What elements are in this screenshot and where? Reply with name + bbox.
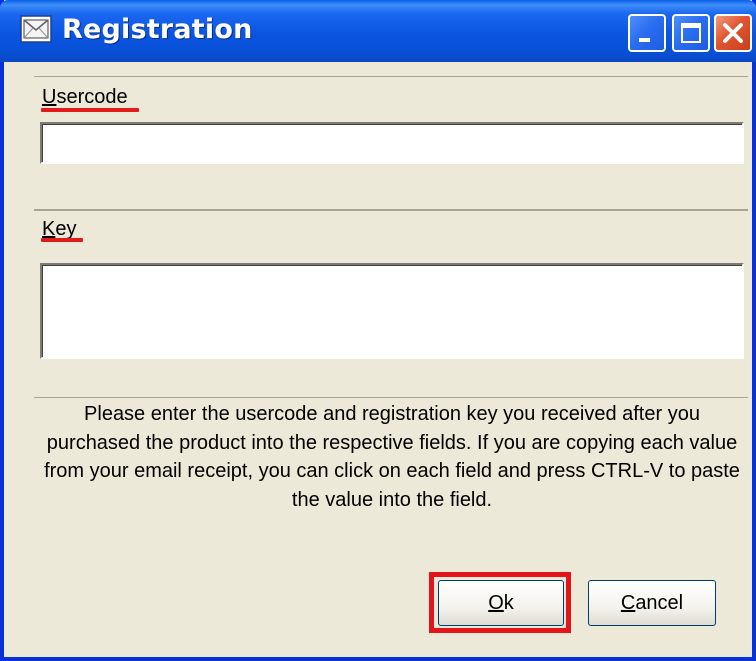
key-label-text: ey bbox=[55, 218, 77, 240]
ok-button-highlight bbox=[429, 572, 571, 633]
key-label-mnemonic: K bbox=[42, 218, 56, 240]
help-text: Please enter the usercode and registrati… bbox=[44, 403, 740, 511]
window-title: Registration bbox=[62, 14, 253, 45]
registration-window: Registration Usercode Key Please enter t… bbox=[0, 0, 756, 661]
key-section: Key bbox=[34, 210, 748, 398]
key-annotation-underline bbox=[41, 238, 83, 242]
maximize-button[interactable] bbox=[672, 14, 710, 52]
registration-envelope-icon bbox=[20, 15, 52, 43]
minimize-icon bbox=[639, 38, 650, 42]
close-icon bbox=[723, 23, 743, 43]
cancel-mnemonic: C bbox=[620, 592, 636, 614]
usercode-annotation-underline bbox=[41, 108, 139, 112]
usercode-input[interactable] bbox=[40, 122, 744, 164]
close-button[interactable] bbox=[714, 14, 752, 52]
usercode-label-mnemonic: U bbox=[42, 86, 57, 108]
usercode-section: Usercode bbox=[34, 76, 748, 210]
minimize-button[interactable] bbox=[628, 14, 666, 52]
maximize-icon bbox=[681, 23, 701, 43]
cancel-button[interactable]: Cancel bbox=[588, 580, 716, 626]
key-input[interactable] bbox=[40, 263, 744, 359]
cancel-label: ancel bbox=[635, 592, 684, 614]
usercode-label: Usercode bbox=[42, 85, 128, 109]
title-bar[interactable]: Registration bbox=[0, 0, 756, 62]
usercode-label-text: sercode bbox=[56, 86, 128, 108]
